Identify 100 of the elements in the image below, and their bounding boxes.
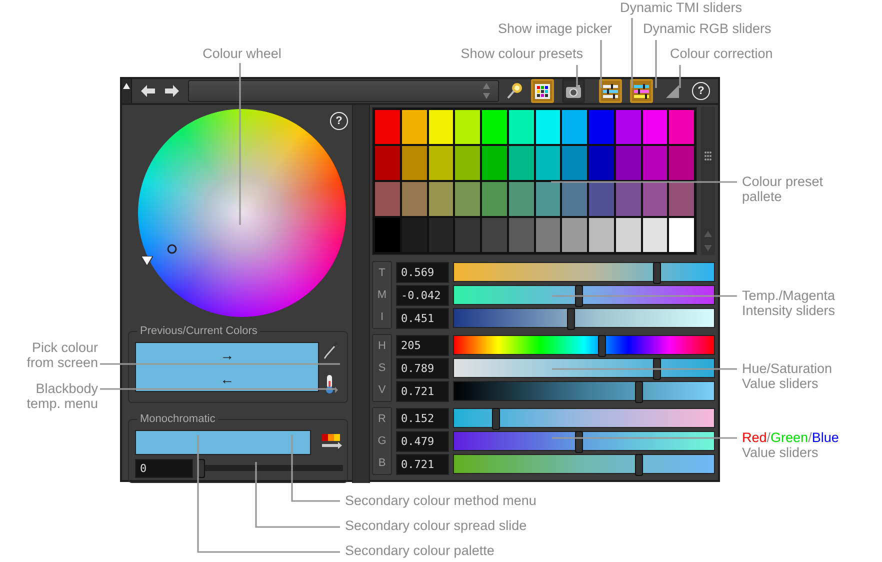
preset-swatch[interactable]: [482, 110, 507, 144]
back-arrow-icon[interactable]: [140, 84, 156, 98]
thermometer-icon[interactable]: [323, 374, 340, 394]
preset-swatch[interactable]: [428, 110, 454, 144]
colour-swatch[interactable]: ←: [135, 367, 320, 392]
preset-swatch[interactable]: [455, 182, 480, 216]
preset-swatch[interactable]: [589, 146, 614, 180]
collapse-icon[interactable]: [123, 83, 130, 89]
presets-toggle[interactable]: [531, 79, 554, 103]
help-button[interactable]: ?: [330, 112, 348, 130]
slider-handle[interactable]: [598, 335, 606, 357]
colour-slider[interactable]: [453, 308, 715, 328]
preset-swatch[interactable]: [455, 146, 480, 180]
preset-swatch[interactable]: [455, 110, 480, 144]
eyedropper-icon[interactable]: [324, 342, 338, 360]
leader-line: [655, 40, 657, 88]
slider-handle[interactable]: [492, 408, 500, 430]
value-field[interactable]: 0.479: [396, 430, 449, 452]
preset-swatch[interactable]: [402, 218, 426, 252]
callout-label: Secondary colour palette: [345, 543, 494, 558]
preset-swatch[interactable]: [375, 182, 400, 216]
slider-handle[interactable]: [574, 285, 583, 307]
colour-slider[interactable]: [453, 431, 715, 451]
preset-swatch[interactable]: [642, 182, 668, 216]
forward-arrow-icon[interactable]: [164, 84, 180, 98]
preset-swatch[interactable]: [616, 182, 640, 216]
pin-icon[interactable]: [507, 82, 523, 100]
preset-swatch[interactable]: [536, 146, 560, 180]
preset-swatch[interactable]: [375, 110, 400, 144]
colour-slider[interactable]: [453, 381, 715, 401]
preset-swatch[interactable]: [536, 182, 560, 216]
slider-handle[interactable]: [634, 454, 643, 476]
colour-swatch[interactable]: →: [135, 342, 320, 367]
colour-slider[interactable]: [453, 335, 715, 355]
slider-handle[interactable]: [634, 381, 643, 403]
sliders-icon: [633, 82, 650, 100]
colour-slider[interactable]: [453, 358, 715, 378]
spread-field[interactable]: 0: [135, 459, 193, 478]
preset-swatch[interactable]: [562, 182, 587, 216]
preset-swatch[interactable]: [616, 218, 640, 252]
help-button[interactable]: ?: [692, 82, 710, 100]
image-picker-toggle[interactable]: [562, 79, 585, 103]
preset-swatch[interactable]: [402, 110, 426, 144]
preset-swatch[interactable]: [562, 110, 587, 144]
preset-swatch[interactable]: [482, 182, 507, 216]
preset-swatch[interactable]: [669, 182, 694, 216]
spinner-arrows-icon[interactable]: [483, 83, 490, 99]
grip-icon[interactable]: [704, 151, 712, 163]
slider-handle[interactable]: [652, 358, 661, 380]
sliders-icon: [602, 82, 619, 100]
colour-slider[interactable]: [453, 408, 715, 428]
preset-swatch[interactable]: [642, 146, 668, 180]
value-field[interactable]: 0.569: [396, 262, 449, 282]
value-pointer-icon[interactable]: [141, 256, 153, 266]
preset-swatch[interactable]: [616, 110, 640, 144]
preset-swatch[interactable]: [508, 182, 534, 216]
preset-swatch[interactable]: [616, 146, 640, 180]
preset-swatch[interactable]: [536, 110, 560, 144]
preset-swatch[interactable]: [402, 146, 426, 180]
slider-handle[interactable]: [567, 308, 575, 330]
preset-swatch[interactable]: [562, 146, 587, 180]
preset-swatch[interactable]: [669, 146, 694, 180]
tmi-sliders-toggle[interactable]: [599, 79, 622, 103]
preset-swatch[interactable]: [402, 182, 426, 216]
preset-swatch[interactable]: [482, 218, 507, 252]
preset-swatch[interactable]: [589, 218, 614, 252]
value-field[interactable]: 0.451: [396, 308, 449, 328]
value-field[interactable]: 0.789: [396, 358, 449, 378]
rgb-sliders-toggle[interactable]: [630, 79, 653, 103]
colour-slider[interactable]: [453, 285, 715, 305]
preset-swatch[interactable]: [589, 110, 614, 144]
preset-swatch[interactable]: [669, 110, 694, 144]
preset-swatch[interactable]: [642, 110, 668, 144]
slider-handle[interactable]: [652, 262, 661, 284]
wheel-marker-icon[interactable]: [167, 244, 177, 254]
callout-label: Secondary colour spread slide: [345, 518, 527, 533]
preset-swatch[interactable]: [669, 218, 694, 252]
value-field[interactable]: 205: [396, 334, 449, 356]
preset-swatch[interactable]: [428, 146, 454, 180]
value-field[interactable]: 0.721: [396, 454, 449, 474]
colour-slider[interactable]: [453, 262, 715, 282]
preset-swatch[interactable]: [562, 218, 587, 252]
preset-swatch[interactable]: [455, 218, 480, 252]
secondary-colour-swatch[interactable]: [135, 430, 311, 455]
preset-swatch[interactable]: [536, 218, 560, 252]
value-field[interactable]: -0.042: [396, 284, 449, 306]
channel-label: B: [377, 456, 387, 471]
preset-swatch[interactable]: [589, 182, 614, 216]
preset-swatch[interactable]: [482, 146, 507, 180]
preset-swatch[interactable]: [508, 146, 534, 180]
colour-slider[interactable]: [453, 454, 715, 474]
slider-handle[interactable]: [574, 431, 583, 453]
preset-swatch[interactable]: [508, 110, 534, 144]
value-field[interactable]: 0.721: [396, 380, 449, 402]
preset-swatch[interactable]: [428, 218, 454, 252]
value-field[interactable]: 0.152: [396, 408, 449, 428]
preset-swatch[interactable]: [508, 218, 534, 252]
preset-swatch[interactable]: [375, 146, 400, 180]
preset-swatch[interactable]: [428, 182, 454, 216]
preset-swatch[interactable]: [642, 218, 668, 252]
